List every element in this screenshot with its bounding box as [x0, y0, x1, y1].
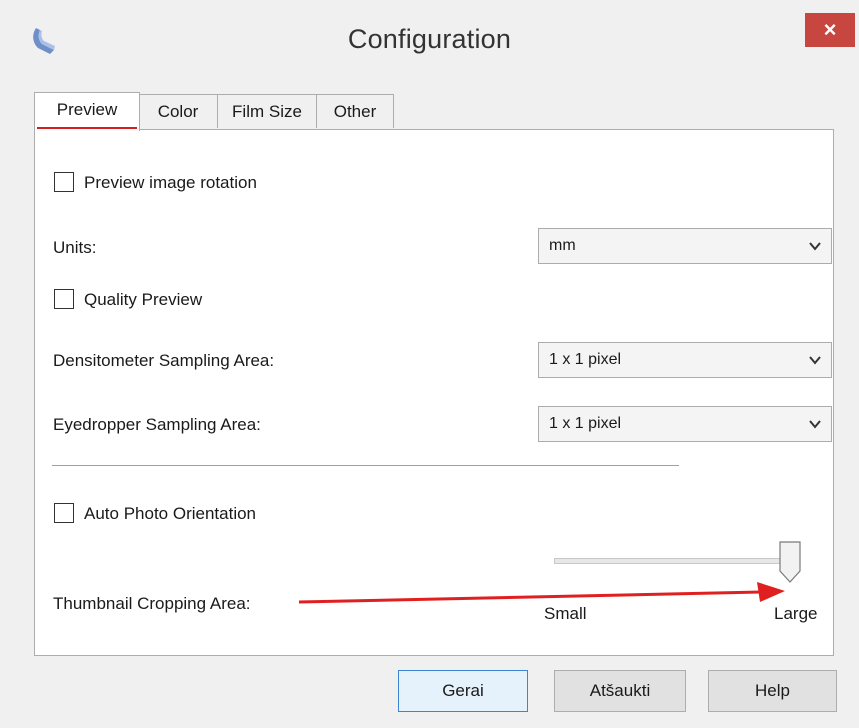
active-tab-indicator: [37, 127, 137, 129]
preview-image-rotation-label[interactable]: Preview image rotation: [84, 173, 257, 193]
tab-label: Other: [333, 102, 377, 121]
window-title: Configuration: [347, 24, 512, 54]
densitometer-sampling-select[interactable]: 1 x 1 pixel: [538, 342, 832, 378]
close-button[interactable]: ×: [805, 13, 855, 47]
tab-color[interactable]: Color: [138, 94, 218, 128]
thumbnail-cropping-slider-track[interactable]: [554, 558, 794, 564]
densitometer-sampling-value: 1 x 1 pixel: [549, 351, 622, 368]
chevron-down-icon: [809, 242, 821, 251]
quality-preview-checkbox[interactable]: [54, 289, 74, 309]
preview-tab-panel: Preview image rotation Units: mm Quality…: [34, 129, 834, 656]
units-select[interactable]: mm: [538, 228, 832, 264]
quality-preview-label[interactable]: Quality Preview: [84, 290, 202, 310]
units-label: Units:: [53, 238, 97, 257]
tab-label: Film Size: [232, 102, 302, 121]
units-value: mm: [549, 237, 576, 254]
cancel-button[interactable]: Atšaukti: [554, 670, 686, 712]
close-icon: ×: [823, 17, 837, 42]
slider-max-label: Large: [774, 604, 818, 623]
chevron-down-icon: [809, 420, 821, 429]
auto-photo-orientation-label[interactable]: Auto Photo Orientation: [84, 504, 256, 524]
chevron-down-icon: [809, 356, 821, 365]
tab-other[interactable]: Other: [316, 94, 394, 128]
tab-label: Color: [157, 102, 199, 121]
tab-preview[interactable]: Preview: [34, 92, 140, 131]
auto-photo-orientation-checkbox[interactable]: [54, 503, 74, 523]
thumbnail-cropping-slider-thumb[interactable]: [779, 541, 801, 583]
title-bar: Configuration ×: [0, 0, 859, 80]
tab-film-size[interactable]: Film Size: [217, 94, 317, 128]
eyedropper-sampling-value: 1 x 1 pixel: [549, 415, 622, 432]
help-button[interactable]: Help: [708, 670, 837, 712]
densitometer-sampling-label: Densitometer Sampling Area:: [53, 351, 275, 370]
preview-image-rotation-checkbox[interactable]: [54, 172, 74, 192]
slider-min-label: Small: [544, 604, 587, 623]
ok-button[interactable]: Gerai: [398, 670, 528, 712]
thumbnail-cropping-label: Thumbnail Cropping Area:: [53, 594, 251, 613]
annotation-arrow: [298, 582, 785, 604]
tab-label: Preview: [56, 100, 118, 119]
eyedropper-sampling-select[interactable]: 1 x 1 pixel: [538, 406, 832, 442]
eyedropper-sampling-label: Eyedropper Sampling Area:: [53, 415, 261, 434]
divider: [52, 465, 679, 466]
